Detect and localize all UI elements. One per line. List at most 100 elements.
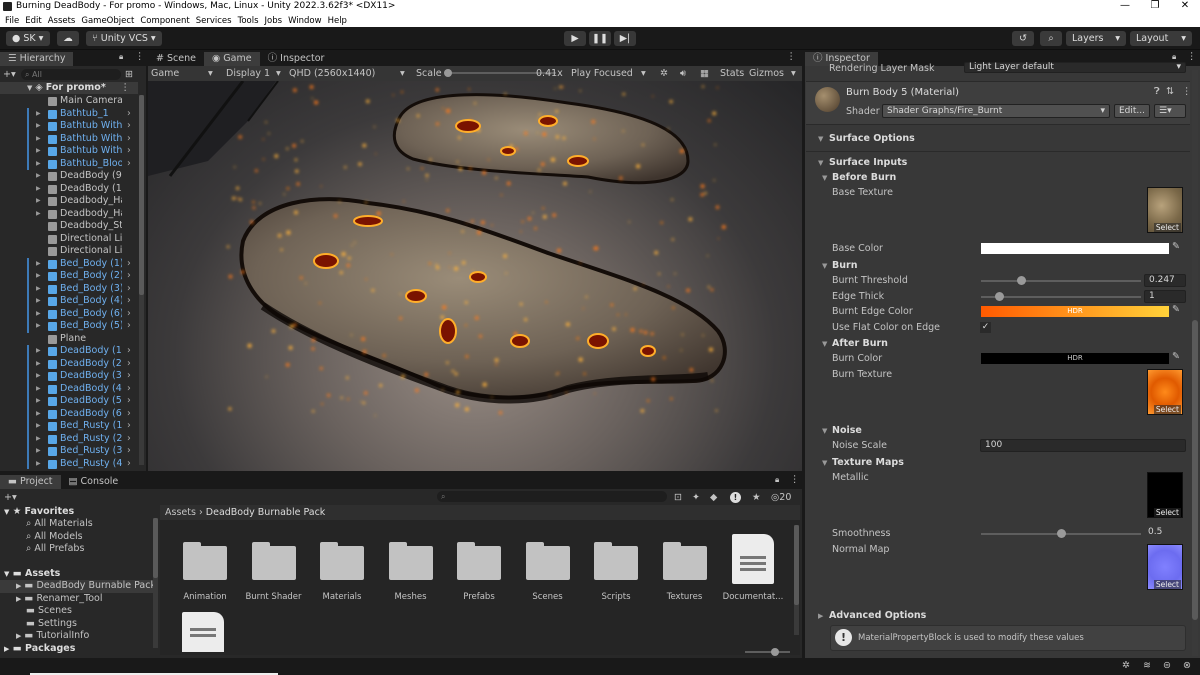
layers-dropdown[interactable]: Layers ▾ [1066,31,1126,46]
more-icon[interactable]: ⋮ [787,51,797,62]
expand-icon[interactable]: ▶ [36,308,41,321]
tab-inspector-center[interactable]: ⓘ Inspector [260,52,333,66]
smoothness-knob[interactable] [1057,529,1066,538]
folder-icon[interactable] [388,542,433,580]
more-icon[interactable]: ⋮ [1182,86,1192,97]
hierarchy-item[interactable]: ▶ DeadBody (2) › [0,357,138,371]
play-button[interactable]: ▶ [564,31,586,46]
shader-edit-button[interactable]: Edit... [1114,104,1150,118]
hierarchy-item[interactable]: ▶ Bathtub_1 › [0,107,138,121]
hierarchy-item[interactable]: ▶ Bed_Body (3) › [0,282,138,295]
noise-header[interactable]: Noise [832,425,862,436]
noise-scale-field[interactable]: 100 [980,439,1186,452]
network-icon[interactable]: ⊗ [1183,660,1191,671]
hierarchy-item[interactable]: ▶ DeadBody (4) › [0,382,138,396]
tab-hierarchy[interactable]: ☰ Hierarchy [0,52,74,66]
hierarchy-item[interactable]: Directional Light [0,233,138,246]
menu-services[interactable]: Services [196,16,232,26]
hierarchy-item[interactable]: ▶ Bathtub With I › [0,132,138,146]
surface-options-header[interactable]: Surface Options [829,133,915,144]
document-file-icon[interactable] [732,534,774,584]
scrollbar-thumb[interactable] [794,525,799,605]
project-tree-scrollbar[interactable] [153,518,158,648]
chevron-right-icon[interactable]: › [127,158,131,171]
layers-icon[interactable]: ≋ [1143,660,1151,671]
icon-size-knob[interactable] [771,648,779,656]
chevron-right-icon[interactable]: › [127,383,131,396]
history-button[interactable]: ↺ [1012,31,1034,46]
chevron-right-icon[interactable]: › [127,258,131,271]
hierarchy-item[interactable]: Plane [0,333,138,346]
expand-icon[interactable]: ▶ [36,108,41,121]
asset-folder-deadbody-pack[interactable]: ▶ ▬ DeadBody Burnable Pack [0,580,156,593]
menu-window[interactable]: Window [288,16,322,26]
folder-icon[interactable] [525,542,570,580]
bug-icon[interactable]: ✲ [1122,660,1130,671]
bug-icon[interactable]: ✲ [660,68,668,79]
menu-help[interactable]: Help [328,16,347,26]
play-focused-dropdown[interactable]: Play Focused [571,68,633,79]
folder-icon[interactable] [662,542,707,580]
expand-icon[interactable]: ▼ [822,262,827,270]
select-button[interactable]: Select [1153,508,1181,517]
after-burn-header[interactable]: After Burn [832,338,888,349]
packages-header[interactable]: ▶ ▬ Packages [4,643,75,656]
surface-inputs-header[interactable]: Surface Inputs [829,157,907,168]
chevron-right-icon[interactable]: › [127,345,131,358]
expand-icon[interactable]: ▶ [36,358,41,371]
chevron-right-icon[interactable]: › [127,120,131,133]
tab-project[interactable]: ▬ Project [0,475,61,489]
expand-icon[interactable]: ▶ [36,320,41,333]
stats-button[interactable]: Stats [720,68,744,79]
burnt-threshold-knob[interactable] [1016,276,1026,285]
maximize-icon[interactable]: ❐ [1140,0,1170,11]
hierarchy-scrollbar[interactable] [139,95,144,465]
favorites-header[interactable]: ▼ ★ Favorites [4,506,74,519]
tab-scene[interactable]: # Scene [148,52,204,66]
hierarchy-item[interactable]: ▶ Bed_Rusty (4) › [0,457,138,469]
document-file-icon[interactable] [182,612,224,652]
hierarchy-item[interactable]: ▶ DeadBody (9) [0,170,138,183]
texture-maps-header[interactable]: Texture Maps [832,457,904,468]
chevron-right-icon[interactable]: › [127,270,131,283]
expand-icon[interactable]: ▼ [822,427,827,435]
expand-icon[interactable]: ▶ [36,445,41,458]
hierarchy-item[interactable]: ▶ Bathtub With I › [0,120,138,133]
menu-component[interactable]: Component [140,16,189,26]
chevron-right-icon[interactable]: › [127,308,131,321]
expand-icon[interactable]: ▶ [36,170,41,183]
hierarchy-item[interactable]: ▶ Bathtub With I › [0,145,138,158]
scrollbar-thumb[interactable] [153,518,158,578]
asset-folder-settings[interactable]: ▬ Settings [26,618,77,631]
scrollbar-thumb[interactable] [139,95,144,295]
chevron-right-icon[interactable]: › [127,445,131,458]
expand-icon[interactable]: ▶ [36,270,41,283]
preset-icon[interactable]: ⇅ [1166,86,1174,97]
expand-icon[interactable]: ▼ [822,459,827,467]
account-button[interactable]: ● SK ▾ [6,31,50,46]
select-button[interactable]: Select [1153,580,1181,589]
warning-icon[interactable]: ! [730,491,741,503]
chevron-right-icon[interactable]: › [127,295,131,308]
expand-icon[interactable]: ▶ [36,133,41,146]
shader-dropdown[interactable]: Shader Graphs/Fire_Burnt ▾ [882,104,1110,118]
scale-slider-knob[interactable] [444,69,452,77]
gizmos-button[interactable]: Gizmos [749,68,784,79]
asset-folder-scenes[interactable]: ▬ Scenes [26,605,72,618]
lock-icon[interactable]: 🔒︎ [1172,52,1176,62]
normal-map-slot[interactable]: Select [1147,544,1183,590]
tag-icon[interactable]: ◆ [710,492,717,503]
hierarchy-item[interactable]: ▶ Bed_Body (1) › [0,257,138,271]
asset-folder-renamer-tool[interactable]: ▶ ▬ Renamer_Tool [16,593,103,606]
smoothness-field[interactable]: 0.5 [1144,527,1186,540]
chevron-right-icon[interactable]: › [127,408,131,421]
hierarchy-item[interactable]: ▶ Bed_Body (4) › [0,295,138,308]
edge-thick-field[interactable]: 1 [1144,290,1186,303]
cloud-button[interactable]: ☁ [57,31,79,46]
hierarchy-item[interactable]: ▶ DeadBody (5) › [0,395,138,408]
chevron-right-icon[interactable]: › [127,320,131,333]
chevron-right-icon[interactable]: › [127,370,131,383]
expand-icon[interactable]: ▶ [818,612,823,620]
hierarchy-item[interactable]: ▶ DeadBody (6) › [0,407,138,421]
expand-icon[interactable]: ▶ [36,145,41,158]
